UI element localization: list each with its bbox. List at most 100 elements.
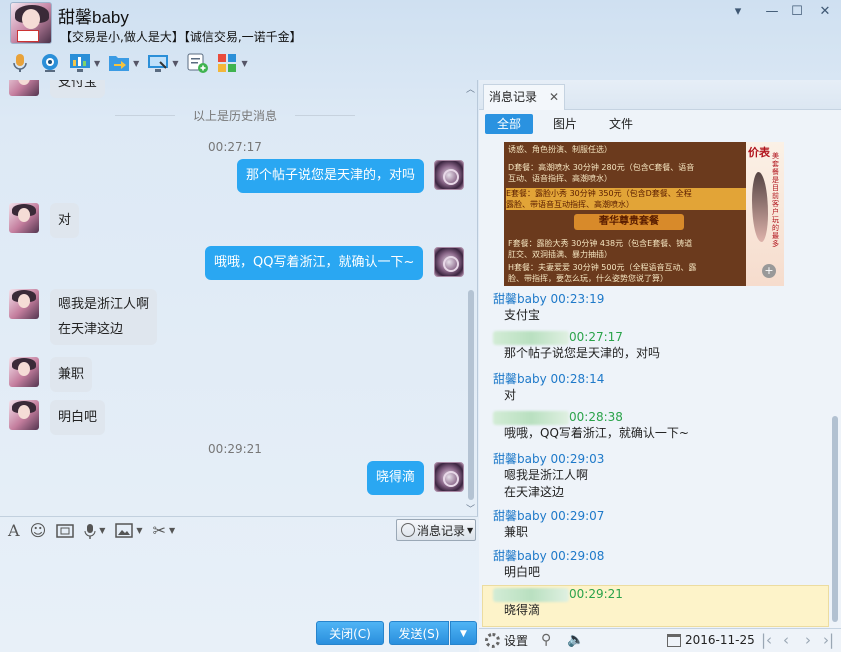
history-record[interactable]: 00:27:17 那个帖子说您是天津的，对吗	[493, 330, 660, 362]
message-line: 在天津这边	[58, 322, 124, 337]
font-icon[interactable]: A	[8, 521, 20, 540]
history-record[interactable]: 00:29:21 晓得滴	[493, 587, 623, 619]
settings-button[interactable]: 设置	[485, 632, 528, 649]
message-bubble-outgoing: 哦哦，QQ写着浙江，就确认一下~	[205, 246, 424, 280]
record-sender-time: 甜馨baby 00:29:08	[493, 549, 605, 563]
screen-share-button[interactable]: ▼	[144, 50, 181, 76]
prev-page-icon[interactable]: ‹	[783, 631, 789, 649]
image-text-line: H套餐：夫妻爱爱 30分钟 500元（全程语音互动、露	[508, 263, 697, 272]
chevron-down-icon[interactable]: ▼	[172, 59, 178, 68]
first-page-icon[interactable]: |‹	[761, 631, 772, 649]
contact-name[interactable]: 甜馨baby	[58, 3, 129, 28]
record-text: 兼职	[504, 525, 529, 539]
history-record[interactable]: 甜馨baby 00:29:08 明白吧	[493, 547, 604, 581]
image-text-line: 互动、语音指挥、高潮喷水）	[508, 174, 612, 183]
date-picker[interactable]: 2016-11-25	[667, 633, 755, 647]
minimize-button[interactable]: —	[763, 4, 781, 20]
folder-arrow-icon	[108, 52, 130, 74]
window-menu-button[interactable]: ▾	[729, 4, 747, 20]
image-message[interactable]: 诱惑、角色扮演、制服任选） D套餐：高潮喷水 30分钟 280元（包含C套餐、语…	[504, 142, 784, 286]
voice-call-button[interactable]	[6, 50, 34, 76]
image-text-line: 露脸、带语音互动指挥、高潮喷水）	[506, 199, 746, 210]
record-header: 甜馨baby 00:23:19	[493, 290, 604, 307]
message-line: 嗯我是浙江人啊	[58, 297, 150, 312]
send-options-dropdown[interactable]: ▼	[450, 621, 477, 645]
message-bubble-outgoing: 晓得滴	[367, 461, 425, 495]
send-file-button[interactable]: ▼	[105, 50, 142, 76]
contact-avatar-small[interactable]	[9, 357, 39, 387]
tab-label: 消息记录	[489, 90, 538, 104]
chevron-down-icon[interactable]: ▼	[241, 59, 247, 68]
my-avatar[interactable]	[434, 160, 464, 190]
message-history-panel: 消息记录 ✕ 全部 图片 文件 诱惑、角色扮演、制服任选） D套餐：高潮喷水 3…	[479, 80, 841, 652]
close-tab-icon[interactable]: ✕	[549, 85, 559, 109]
my-avatar[interactable]	[434, 247, 464, 277]
filter-all[interactable]: 全部	[485, 114, 533, 134]
history-scrollbar[interactable]	[830, 138, 839, 624]
speaker-icon[interactable]: 🔈	[567, 632, 584, 648]
history-record[interactable]: 甜馨baby 00:29:07 兼职	[493, 507, 604, 541]
record-header: 甜馨baby 00:29:03	[493, 450, 604, 467]
image-text-line: 脸、带指挥，要怎么玩，什么姿势您说了算）	[508, 274, 668, 283]
message-bubble-incoming: 嗯我是浙江人啊 在天津这边	[50, 289, 158, 345]
image-text-line: F套餐：露脸大秀 30分钟 438元（包含E套餐、铸道	[508, 239, 693, 248]
record-header: 甜馨baby 00:29:07	[493, 507, 604, 524]
contact-avatar[interactable]	[10, 2, 52, 44]
history-record[interactable]: 甜馨baby 00:28:14 对	[493, 370, 604, 404]
voice-message-icon[interactable]: ▼	[84, 523, 105, 539]
scrollbar-thumb[interactable]	[468, 290, 474, 500]
close-window-button[interactable]: ✕	[816, 4, 834, 20]
video-call-button[interactable]	[36, 50, 64, 76]
screenshot-scissors-icon[interactable]: ✂ ▼	[153, 521, 176, 540]
record-header: 00:28:38	[493, 410, 689, 425]
my-avatar[interactable]	[434, 462, 464, 492]
record-text: 在天津这边	[504, 485, 565, 499]
zoom-in-icon[interactable]: +	[762, 264, 776, 278]
gif-icon[interactable]	[56, 523, 74, 539]
message-bubble-incoming: 兼职	[50, 357, 93, 392]
monitor-icon	[147, 52, 169, 74]
history-record[interactable]: 甜馨baby 00:29:03 嗯我是浙江人啊 在天津这边	[493, 450, 604, 501]
maximize-button[interactable]: ☐	[788, 4, 806, 20]
contact-avatar-small[interactable]	[9, 80, 39, 96]
next-page-icon[interactable]: ›	[805, 631, 811, 649]
chevron-down-icon: ▼	[467, 525, 474, 535]
contact-avatar-small[interactable]	[9, 289, 39, 319]
tab-message-history[interactable]: 消息记录 ✕	[483, 84, 565, 110]
chevron-down-icon[interactable]: ▼	[136, 526, 142, 535]
last-page-icon[interactable]: ›|	[823, 631, 834, 649]
history-record[interactable]: 甜馨baby 00:23:19 支付宝	[493, 290, 604, 324]
scrollbar-thumb[interactable]	[832, 416, 838, 622]
contact-avatar-small[interactable]	[9, 400, 39, 430]
apps-button[interactable]: ▼	[213, 50, 250, 76]
chat-scrollbar[interactable]: ︿ ﹀	[466, 85, 475, 515]
image-icon[interactable]: ▼	[115, 523, 143, 538]
message-timestamp: 00:27:17	[208, 140, 262, 154]
filter-images[interactable]: 图片	[541, 114, 589, 134]
emoji-icon[interactable]: ☺	[30, 521, 47, 540]
contact-avatar-small[interactable]	[9, 203, 39, 233]
redacted-sender-name	[493, 410, 569, 425]
message-history-button[interactable]: 消息记录 ▼	[396, 519, 476, 541]
chevron-down-icon[interactable]: ▼	[133, 59, 139, 68]
filter-files[interactable]: 文件	[597, 114, 645, 134]
scroll-down-icon[interactable]: ﹀	[466, 502, 475, 515]
record-text: 晓得滴	[504, 602, 541, 617]
record-text: 对	[504, 388, 517, 402]
chart-screen-icon	[69, 52, 91, 74]
date-label: 2016-11-25	[685, 633, 755, 647]
search-icon[interactable]: ⚲	[541, 632, 551, 648]
chevron-down-icon[interactable]: ▼	[94, 59, 100, 68]
history-record[interactable]: 00:28:38 哦哦，QQ写着浙江，就确认一下~	[493, 410, 689, 442]
scroll-up-icon[interactable]: ︿	[466, 82, 475, 95]
record-header: 甜馨baby 00:28:14	[493, 370, 604, 387]
chevron-down-icon[interactable]: ▼	[99, 526, 105, 535]
send-button[interactable]: 发送(S)	[389, 621, 449, 645]
close-chat-button[interactable]: 关闭(C)	[316, 621, 384, 645]
create-group-button[interactable]	[183, 50, 211, 76]
remote-assist-button[interactable]: ▼	[66, 50, 103, 76]
chat-message-area[interactable]: 支付宝 以上是历史消息 00:27:17 那个帖子说您是天津的，对吗 对 哦哦，…	[0, 80, 478, 516]
chevron-down-icon[interactable]: ▼	[169, 526, 175, 535]
clock-icon	[401, 523, 415, 537]
record-sender-time: 00:27:17	[569, 330, 623, 344]
